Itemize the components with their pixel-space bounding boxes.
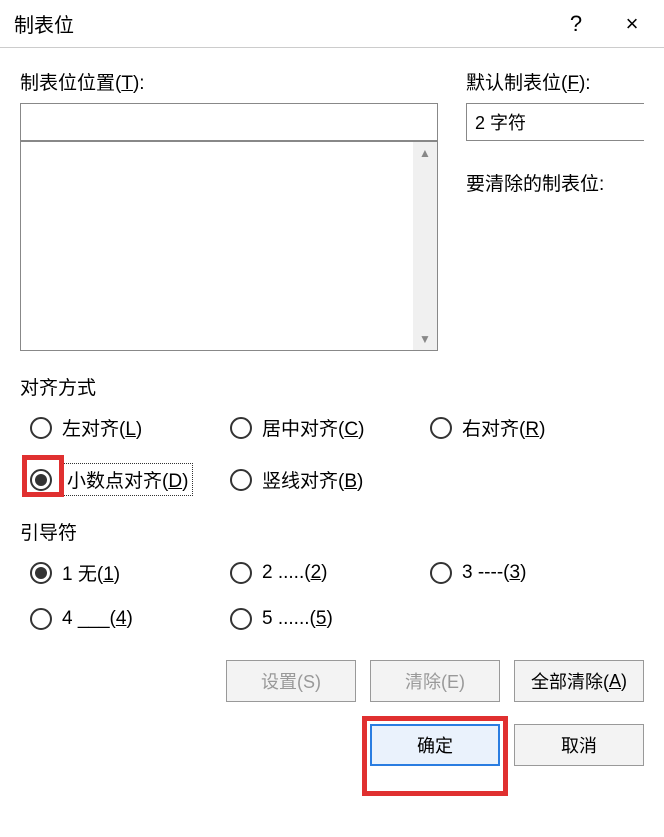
dialog-title: 制表位 — [14, 9, 548, 38]
radio-circle-icon — [30, 562, 52, 584]
tab-position-label: 制表位位置(T): — [20, 68, 438, 95]
radio-circle-icon — [230, 417, 252, 439]
alignment-radio-0[interactable]: 左对齐(L) — [30, 414, 230, 441]
alignment-radio-label: 右对齐(R) — [462, 414, 545, 441]
alignment-radio-label: 小数点对齐(D) — [62, 463, 193, 496]
alignment-radio-3[interactable]: 小数点对齐(D) — [30, 463, 230, 496]
alignment-radio-2[interactable]: 右对齐(R) — [430, 414, 630, 441]
leader-radio-2[interactable]: 3 ----(3) — [430, 559, 630, 586]
alignment-group: 左对齐(L) 居中对齐(C) 右对齐(R) 小数点对齐(D) 竖线对齐(B) — [30, 414, 644, 496]
radio-circle-icon — [230, 469, 252, 491]
leader-radio-label: 2 .....(2) — [262, 562, 327, 584]
default-tab-input[interactable] — [467, 104, 664, 140]
leader-radio-label: 4 ___(4) — [62, 608, 133, 630]
help-button[interactable]: ? — [548, 0, 604, 48]
leader-radio-label: 1 无(1) — [62, 559, 120, 586]
set-button[interactable]: 设置(S) — [226, 660, 356, 702]
cancel-button[interactable]: 取消 — [514, 724, 644, 766]
radio-circle-icon — [230, 562, 252, 584]
tab-position-input[interactable] — [20, 103, 438, 141]
tab-position-list[interactable]: ▲ ▼ — [20, 141, 438, 351]
leader-group: 1 无(1) 2 .....(2) 3 ----(3) 4 ___(4) 5 .....… — [30, 559, 644, 630]
leader-radio-label: 3 ----(3) — [462, 562, 526, 584]
leader-radio-4[interactable]: 5 ......(5) — [230, 608, 430, 630]
radio-circle-icon — [30, 417, 52, 439]
leader-radio-3[interactable]: 4 ___(4) — [30, 608, 230, 630]
ok-button[interactable]: 确定 — [370, 724, 500, 766]
alignment-radio-label: 竖线对齐(B) — [262, 466, 363, 493]
alignment-radio-label: 左对齐(L) — [62, 414, 142, 441]
radio-circle-icon — [230, 608, 252, 630]
radio-circle-icon — [30, 469, 52, 491]
close-button[interactable]: × — [604, 0, 660, 48]
default-tab-spinner[interactable]: ▲ ▼ — [466, 103, 644, 141]
alignment-group-title: 对齐方式 — [20, 373, 644, 400]
default-tab-label: 默认制表位(F): — [466, 68, 644, 95]
radio-circle-icon — [430, 562, 452, 584]
leader-radio-label: 5 ......(5) — [262, 608, 333, 630]
to-clear-label: 要清除的制表位: — [466, 169, 644, 196]
alignment-radio-1[interactable]: 居中对齐(C) — [230, 414, 430, 441]
radio-circle-icon — [430, 417, 452, 439]
scroll-up-icon[interactable]: ▲ — [419, 146, 431, 160]
leader-group-title: 引导符 — [20, 518, 644, 545]
radio-circle-icon — [30, 608, 52, 630]
list-scrollbar[interactable]: ▲ ▼ — [413, 142, 437, 350]
clear-all-button[interactable]: 全部清除(A) — [514, 660, 644, 702]
clear-button[interactable]: 清除(E) — [370, 660, 500, 702]
alignment-radio-4[interactable]: 竖线对齐(B) — [230, 463, 430, 496]
leader-radio-1[interactable]: 2 .....(2) — [230, 559, 430, 586]
alignment-radio-label: 居中对齐(C) — [262, 414, 364, 441]
scroll-down-icon[interactable]: ▼ — [419, 332, 431, 346]
titlebar: 制表位 ? × — [0, 0, 664, 48]
leader-radio-0[interactable]: 1 无(1) — [30, 559, 230, 586]
